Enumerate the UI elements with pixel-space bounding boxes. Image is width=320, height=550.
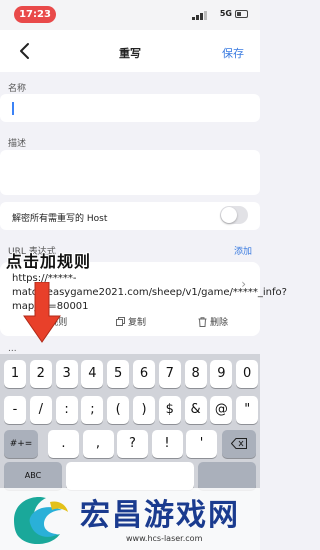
keyboard-key[interactable]: 4 (81, 360, 104, 388)
keyboard-key[interactable]: 5 (107, 360, 130, 388)
status-time: 17:23 (14, 6, 56, 23)
description-input[interactable] (0, 150, 260, 195)
add-url-button[interactable]: 添加 (234, 244, 252, 257)
tutorial-annotation: 点击加规则 (6, 252, 92, 271)
description-label: 描述 (8, 139, 27, 149)
keyboard-key[interactable]: 3 (55, 360, 78, 388)
return-key[interactable] (198, 462, 256, 490)
watermark-url: www.hcs-laser.com (126, 534, 203, 543)
name-label: 名称 (8, 84, 27, 94)
backspace-key[interactable] (222, 430, 256, 458)
decrypt-host-label: 解密所有需重写的 Host (12, 214, 108, 224)
keyboard-key[interactable]: ' (186, 430, 217, 458)
symbols-key[interactable]: #+= (4, 430, 38, 458)
trash-icon (198, 316, 207, 327)
abc-key[interactable]: ABC (4, 462, 62, 490)
keyboard-key[interactable]: : (55, 396, 78, 424)
text-cursor (12, 102, 14, 115)
keyboard-key[interactable]: 2 (29, 360, 52, 388)
decrypt-host-toggle[interactable] (220, 206, 248, 224)
keyboard-key[interactable]: 7 (158, 360, 181, 388)
keyboard-key[interactable]: 1 (4, 360, 26, 388)
space-key[interactable] (66, 462, 194, 490)
page-title: 重写 (119, 47, 141, 60)
copy-icon (116, 317, 125, 326)
copy-label: 复制 (128, 318, 147, 328)
backspace-icon (230, 438, 247, 449)
keyboard-key[interactable]: - (4, 396, 26, 424)
battery-icon (235, 10, 248, 18)
keyboard-key[interactable]: 9 (210, 360, 233, 388)
signal-icon (192, 11, 207, 20)
keyboard-key[interactable]: " (236, 396, 259, 424)
keyboard-key[interactable]: & (184, 396, 207, 424)
save-button[interactable]: 保存 (222, 45, 244, 61)
name-input[interactable] (0, 94, 260, 122)
keyboard-key[interactable]: ? (117, 430, 148, 458)
keyboard-key[interactable]: / (29, 396, 52, 424)
chevron-right-icon[interactable]: › (241, 277, 246, 291)
keyboard-key[interactable]: @ (210, 396, 233, 424)
watermark-title: 宏昌游戏网 (80, 498, 240, 533)
keyboard-key[interactable]: ) (133, 396, 155, 424)
keyboard-key[interactable]: , (82, 430, 114, 458)
watermark-logo-icon (14, 496, 68, 545)
network-label: 5G (219, 9, 232, 18)
delete-label: 删除 (210, 318, 229, 328)
keyboard-key[interactable]: 8 (184, 360, 207, 388)
red-arrow-icon (23, 282, 61, 343)
keyboard-key[interactable]: ; (81, 396, 104, 424)
next-section-label: ... (8, 344, 17, 354)
keyboard-key[interactable]: 6 (133, 360, 155, 388)
keyboard-key[interactable]: 0 (236, 360, 259, 388)
keyboard-key[interactable]: . (48, 430, 79, 458)
copy-button[interactable]: 复制 (116, 315, 146, 328)
keyboard-key[interactable]: ( (107, 396, 130, 424)
delete-button[interactable]: 删除 (198, 315, 228, 328)
keyboard-key[interactable]: ! (151, 430, 183, 458)
keyboard-key[interactable]: $ (158, 396, 181, 424)
